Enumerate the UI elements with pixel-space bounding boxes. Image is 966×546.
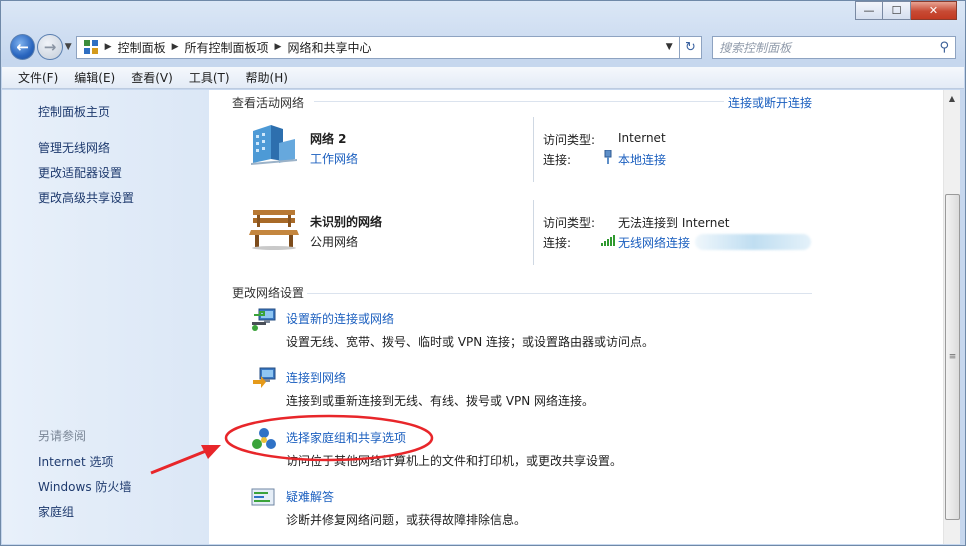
ethernet-icon: [603, 149, 613, 167]
sidebar-home-link[interactable]: 控制面板主页: [38, 103, 110, 120]
network-type-link[interactable]: 工作网络: [310, 150, 358, 167]
search-placeholder: 搜索控制面板: [719, 40, 792, 55]
wireless-connection-link[interactable]: 无线网络连接: [618, 234, 690, 251]
work-network-icon: [249, 125, 299, 168]
caption-buttons: — ☐ ✕: [855, 1, 957, 20]
troubleshoot-icon: [251, 487, 275, 512]
refresh-button[interactable]: ↻: [679, 35, 703, 59]
breadcrumb-item[interactable]: 网络和共享中心: [287, 39, 371, 56]
access-type-label: 访问类型:: [543, 216, 596, 230]
sidebar-link-advanced-sharing[interactable]: 更改高级共享设置: [38, 189, 134, 206]
divider: [533, 200, 534, 265]
divider: [533, 117, 534, 182]
connection-label: 连接:: [543, 236, 572, 250]
menu-edit[interactable]: 编辑(E): [74, 69, 115, 86]
change-settings-heading: 更改网络设置: [232, 286, 305, 300]
window: — ☐ ✕ ← → ▼ ▶ 控制面板 ▶ 所有控制面板项 ▶ 网络和共享中心 ▼…: [0, 0, 966, 546]
connect-disconnect-link[interactable]: 连接或断开连接: [728, 94, 812, 111]
setup-connection-description: 设置无线、宽带、拨号、临时或 VPN 连接；或设置路由器或访问点。: [286, 335, 655, 349]
menu-tools[interactable]: 工具(T): [189, 69, 230, 86]
connect-network-icon: [251, 367, 277, 394]
wifi-signal-icon: [601, 235, 615, 249]
recent-pages-dropdown-icon[interactable]: ▼: [65, 42, 72, 52]
see-also-heading: 另请参阅: [38, 429, 87, 443]
breadcrumb-item[interactable]: 控制面板: [118, 39, 166, 56]
breadcrumb-separator-icon[interactable]: ▶: [275, 42, 282, 52]
network-type: 公用网络: [310, 235, 359, 249]
search-box[interactable]: 搜索控制面板 ⚲: [712, 35, 956, 59]
public-network-bench-icon: [249, 208, 299, 253]
active-networks-heading: 查看活动网络: [232, 96, 305, 110]
address-dropdown-icon[interactable]: ▼: [666, 42, 673, 52]
divider: [307, 293, 812, 294]
local-connection-link[interactable]: 本地连接: [618, 151, 666, 168]
network-name: 未识别的网络: [310, 215, 383, 229]
see-also-internet-options[interactable]: Internet 选项: [38, 453, 113, 470]
see-also-windows-firewall[interactable]: Windows 防火墙: [38, 478, 131, 495]
scrollbar-thumb[interactable]: ≡: [945, 194, 960, 520]
access-type-value: Internet: [618, 131, 666, 145]
access-type-value: 无法连接到 Internet: [618, 216, 730, 230]
forward-button[interactable]: →: [37, 34, 63, 60]
menu-help[interactable]: 帮助(H): [246, 69, 288, 86]
menu-view[interactable]: 查看(V): [131, 69, 173, 86]
red-highlight-circle: [224, 414, 434, 462]
minimize-button[interactable]: —: [855, 1, 883, 20]
connect-to-network-description: 连接到或重新连接到无线、有线、拨号或 VPN 网络连接。: [286, 394, 595, 408]
access-type-label: 访问类型:: [543, 133, 596, 147]
troubleshoot-description: 诊断并修复网络问题，或获得故障排除信息。: [286, 513, 527, 527]
troubleshoot-link[interactable]: 疑难解答: [286, 488, 334, 505]
scroll-up-arrow-icon[interactable]: ▲: [944, 90, 960, 107]
network-setup-icon: [251, 308, 277, 335]
red-arrow-icon: [150, 445, 221, 475]
search-icon[interactable]: ⚲: [939, 40, 949, 55]
divider: [314, 101, 724, 102]
sidebar-link-manage-wireless[interactable]: 管理无线网络: [38, 139, 110, 156]
control-panel-icon: [83, 39, 99, 55]
vertical-scrollbar[interactable]: ▲ ≡: [943, 90, 960, 544]
connection-label: 连接:: [543, 153, 572, 167]
breadcrumb-separator-icon[interactable]: ▶: [172, 42, 179, 52]
breadcrumb-separator-icon[interactable]: ▶: [105, 42, 112, 52]
menu-bar: 文件(F) 编辑(E) 查看(V) 工具(T) 帮助(H): [2, 67, 964, 89]
back-button[interactable]: ←: [10, 34, 36, 60]
close-button[interactable]: ✕: [911, 1, 957, 20]
breadcrumb-item[interactable]: 所有控制面板项: [185, 39, 269, 56]
see-also-homegroup[interactable]: 家庭组: [38, 503, 74, 520]
setup-connection-link[interactable]: 设置新的连接或网络: [286, 310, 394, 327]
redacted-ssid: [695, 234, 811, 250]
maximize-button[interactable]: ☐: [883, 1, 911, 20]
connect-to-network-link[interactable]: 连接到网络: [286, 369, 346, 386]
navigation-bar: ← → ▼ ▶ 控制面板 ▶ 所有控制面板项 ▶ 网络和共享中心 ▼ ↻ 搜索控…: [10, 32, 956, 62]
menu-file[interactable]: 文件(F): [18, 69, 58, 86]
network-name: 网络 2: [310, 132, 347, 146]
address-bar[interactable]: ▶ 控制面板 ▶ 所有控制面板项 ▶ 网络和共享中心 ▼: [75, 35, 680, 59]
annotation-overlay: [150, 414, 434, 475]
sidebar-link-adapter-settings[interactable]: 更改适配器设置: [38, 164, 122, 181]
